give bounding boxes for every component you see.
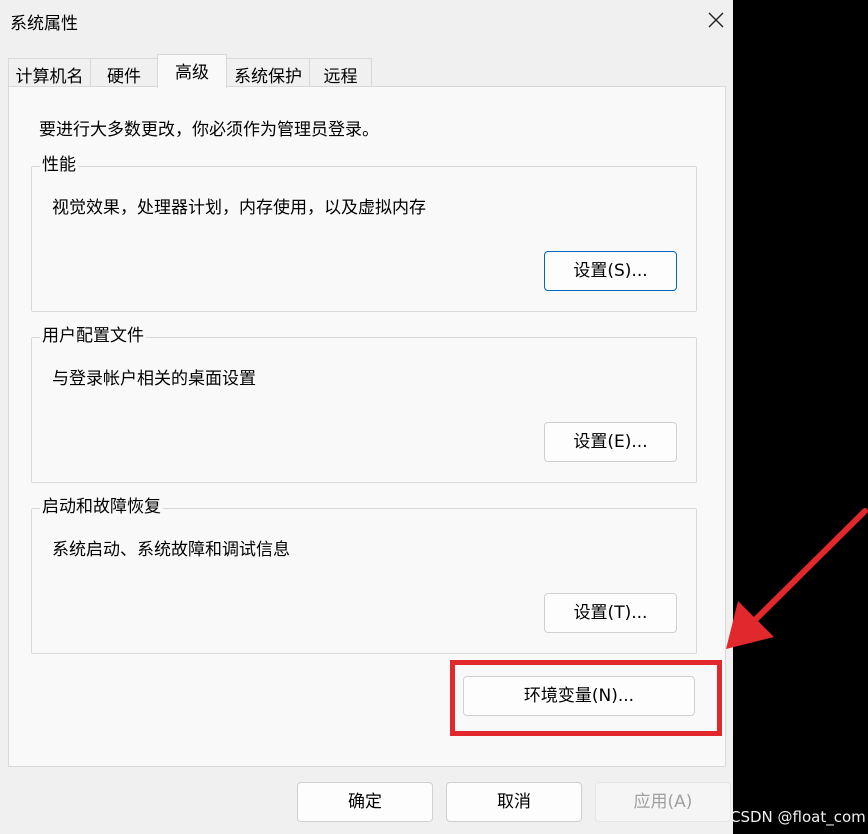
performance-settings-button[interactable]: 设置(S)... bbox=[544, 251, 677, 291]
close-button[interactable] bbox=[700, 4, 732, 36]
user-profiles-group-title: 用户配置文件 bbox=[40, 326, 146, 346]
performance-description: 视觉效果，处理器计划，内存使用，以及虚拟内存 bbox=[52, 198, 426, 218]
tab-remote[interactable]: 远程 bbox=[309, 58, 372, 87]
title-bar: 系统属性 bbox=[0, 0, 733, 40]
cancel-button[interactable]: 取消 bbox=[446, 782, 582, 822]
user-profiles-settings-button[interactable]: 设置(E)... bbox=[544, 422, 677, 462]
tab-computer-name[interactable]: 计算机名 bbox=[8, 58, 91, 87]
startup-recovery-description: 系统启动、系统故障和调试信息 bbox=[52, 540, 290, 560]
user-profiles-description: 与登录帐户相关的桌面设置 bbox=[52, 369, 256, 389]
apply-button[interactable]: 应用(A) bbox=[595, 782, 731, 822]
startup-recovery-group: 启动和故障恢复 系统启动、系统故障和调试信息 设置(T)... bbox=[31, 497, 697, 654]
ok-button[interactable]: 确定 bbox=[297, 782, 433, 822]
startup-recovery-group-title: 启动和故障恢复 bbox=[40, 497, 163, 517]
user-profiles-group: 用户配置文件 与登录帐户相关的桌面设置 设置(E)... bbox=[31, 326, 697, 483]
startup-recovery-settings-button[interactable]: 设置(T)... bbox=[544, 593, 677, 633]
performance-group-title: 性能 bbox=[40, 155, 78, 175]
window-title: 系统属性 bbox=[10, 14, 78, 34]
admin-notice: 要进行大多数更改，你必须作为管理员登录。 bbox=[39, 120, 379, 140]
tab-system-protection[interactable]: 系统保护 bbox=[226, 58, 310, 87]
tab-advanced[interactable]: 高级 bbox=[157, 54, 227, 88]
red-arrow-icon bbox=[726, 508, 868, 649]
watermark: CSDN @float_com bbox=[730, 808, 866, 826]
highlight-box bbox=[450, 660, 722, 736]
performance-group: 性能 视觉效果，处理器计划，内存使用，以及虚拟内存 设置(S)... bbox=[31, 155, 697, 312]
close-icon bbox=[708, 12, 724, 28]
tab-hardware[interactable]: 硬件 bbox=[90, 58, 158, 87]
